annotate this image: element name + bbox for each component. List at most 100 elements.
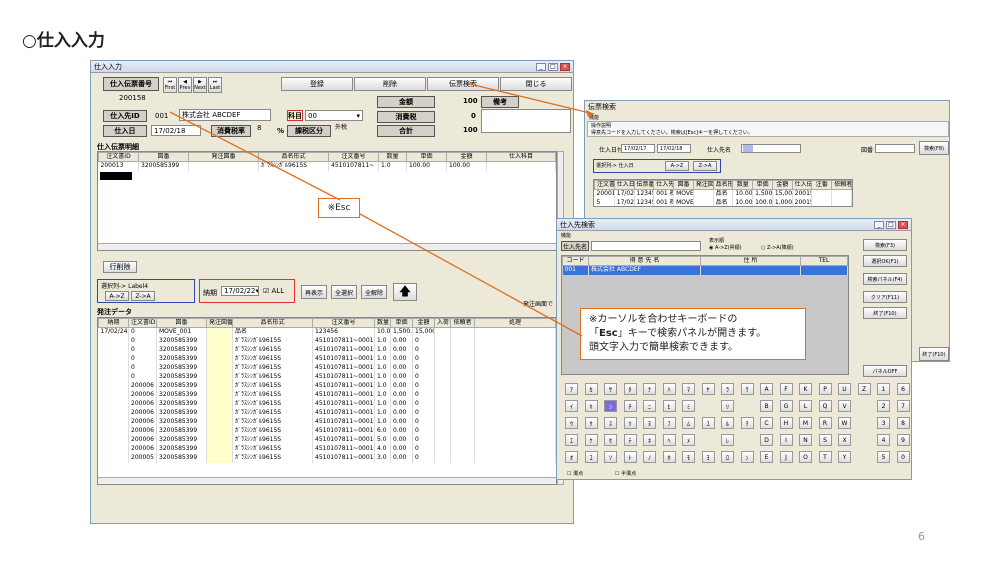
table-row[interactable]: 517/02/17123456001 株式会社 ABCDEFMOVE_001 品名… <box>594 198 852 206</box>
key-ｲ[interactable]: ｲ <box>565 400 578 412</box>
supplier-menu[interactable]: 機能 <box>561 232 571 239</box>
column-header[interactable]: 依頼者 <box>831 180 852 190</box>
key-ｴ[interactable]: ｴ <box>565 434 578 446</box>
key-O[interactable]: O <box>799 451 812 463</box>
key-Z[interactable]: Z <box>857 383 871 395</box>
key-ｱ[interactable]: ｱ <box>565 383 578 395</box>
column-header[interactable]: 数量 <box>732 180 754 190</box>
key-3[interactable]: 3 <box>877 417 890 429</box>
table-row[interactable]: 0 3200585399 ｶﾞﾗｽｼﾝｶﾞﾙ9615S 4510107811~0001… <box>98 372 556 382</box>
handakuten-checkbox[interactable]: ☐ 半濁点 <box>615 470 636 477</box>
supplier-name-input[interactable] <box>591 241 701 251</box>
key-ﾇ[interactable]: ﾇ <box>643 417 656 429</box>
key-ﾒ[interactable]: ﾒ <box>682 434 695 446</box>
key-ﾃ[interactable]: ﾃ <box>623 434 637 446</box>
key-S[interactable]: S <box>818 434 832 446</box>
key-K[interactable]: K <box>799 383 812 395</box>
key-W[interactable]: W <box>838 417 851 429</box>
supplier-end-f10[interactable]: 終了(F10) <box>863 307 907 319</box>
key-4[interactable]: 4 <box>877 434 890 446</box>
kamoku-select[interactable]: 00 ▾ <box>305 110 363 121</box>
column-header[interactable]: 発注図番 <box>692 180 714 190</box>
key-D[interactable]: D <box>760 434 773 446</box>
column-header[interactable]: 伝票番号 <box>633 180 655 190</box>
key-R[interactable]: R <box>818 417 832 429</box>
panel-off-button[interactable]: パネルOFF <box>863 365 907 377</box>
column-header[interactable]: 金額 <box>412 318 435 328</box>
key-ﾀ[interactable]: ﾀ <box>623 383 637 395</box>
key-ｿ[interactable]: ｿ <box>604 451 617 463</box>
date-field[interactable]: 17/02/18 <box>151 125 201 136</box>
delete-button[interactable]: 削除 <box>354 77 426 91</box>
column-header[interactable]: 発注図番 <box>188 152 259 162</box>
table-row[interactable]: 0 3200585399 ｶﾞﾗｽｼﾝｶﾞﾙ9615S 4510107811~0001… <box>98 354 556 364</box>
key-ﾙ[interactable]: ﾙ <box>721 417 734 429</box>
prev-button[interactable]: ◀ Prev <box>178 77 192 93</box>
select-all-button[interactable]: 全選択 <box>331 285 357 299</box>
key-ﾁ[interactable]: ﾁ <box>623 400 637 412</box>
key-A[interactable]: A <box>760 383 773 395</box>
column-header[interactable]: 金額 <box>771 180 793 190</box>
key-ｳ[interactable]: ｳ <box>565 417 578 429</box>
column-header[interactable]: 単価 <box>752 180 773 190</box>
supplier-search-f3[interactable]: 検索(F3) <box>863 239 907 251</box>
key-2[interactable]: 2 <box>877 400 890 412</box>
key-ﾎ[interactable]: ﾎ <box>662 451 676 463</box>
table-row[interactable]: 200006 3200585399 ｶﾞﾗｽｼﾝｶﾞﾙ9615S 4510107811… <box>98 435 556 445</box>
key-8[interactable]: 8 <box>896 417 910 429</box>
column-header[interactable]: 仕入先名 <box>653 180 675 190</box>
key-I[interactable]: I <box>779 434 793 446</box>
column-header[interactable]: コード <box>562 256 589 266</box>
key-ﾗ[interactable]: ﾗ <box>721 383 734 395</box>
column-header[interactable]: 図番 <box>138 152 189 162</box>
column-header[interactable]: 注文書ID <box>98 152 139 162</box>
key-ｻ[interactable]: ｻ <box>604 383 617 395</box>
key-ｶ[interactable]: ｶ <box>584 383 598 395</box>
denpyo-search-button[interactable]: 伝票検索 <box>427 77 499 91</box>
denpyo-menu[interactable]: 機能 <box>589 114 599 121</box>
key-Y[interactable]: Y <box>838 451 851 463</box>
column-header[interactable]: 注文番号 <box>312 318 375 328</box>
denpyo-end-button[interactable]: 終了(F10) <box>919 347 949 361</box>
clear-all-button[interactable]: 全解除 <box>361 285 387 299</box>
column-header[interactable]: 品名形式 <box>232 318 313 328</box>
table-row[interactable]: 17/02/240MOVE_001 品名12345610.01,500.0015,… <box>98 327 556 337</box>
supplier-id-field[interactable]: 001 <box>153 110 177 121</box>
column-header[interactable]: 納期 <box>98 318 129 328</box>
key-ｾ[interactable]: ｾ <box>604 434 617 446</box>
supplier-clear-f11[interactable]: クリア(F11) <box>863 291 907 303</box>
key-C[interactable]: C <box>760 417 773 429</box>
key-ﾅ[interactable]: ﾅ <box>643 383 656 395</box>
key-ﾝ[interactable]: ﾝ <box>740 451 754 463</box>
key-ﾕ[interactable]: ﾕ <box>701 417 715 429</box>
column-header[interactable]: 単価 <box>390 318 413 328</box>
key-ﾊ[interactable]: ﾊ <box>662 383 676 395</box>
register-button[interactable]: 登録 <box>281 77 353 91</box>
table-row[interactable]: 20001617/02/17123456001 株式会社 ABCDEFMOVE_… <box>594 189 852 199</box>
table-row[interactable]: 200006 3200585399 ｶﾞﾗｽｼﾝｶﾞﾙ9615S 4510107811… <box>98 417 556 427</box>
key-X[interactable]: X <box>838 434 851 446</box>
key-B[interactable]: B <box>760 400 773 412</box>
table-row[interactable]: 200013 3200585399 ｶﾞﾗｽｼﾝｶﾞﾙ9615S 4510107811… <box>98 161 556 171</box>
column-header[interactable]: 図番 <box>156 318 207 328</box>
key-E[interactable]: E <box>760 451 773 463</box>
key-ｸ[interactable]: ｸ <box>584 417 598 429</box>
column-header[interactable]: 処理 <box>474 318 556 328</box>
all-checkbox[interactable]: ☑ ALL <box>263 287 284 295</box>
key-V[interactable]: V <box>838 400 851 412</box>
table-row[interactable]: 200006 3200585399 ｶﾞﾗｽｼﾝｶﾞﾙ9615S 4510107811… <box>98 408 556 418</box>
key-6[interactable]: 6 <box>896 383 910 395</box>
column-header[interactable]: 注文書ID <box>594 180 615 190</box>
key-F[interactable]: F <box>779 383 793 395</box>
table-row[interactable]: 001 株式会社 ABCDEF <box>562 265 848 275</box>
key-ｵ[interactable]: ｵ <box>565 451 578 463</box>
column-header[interactable]: 仕入日 <box>613 180 635 190</box>
column-header[interactable]: 依頼者 <box>450 318 475 328</box>
row-delete-button[interactable]: 行削除 <box>103 261 137 273</box>
key-G[interactable]: G <box>779 400 793 412</box>
table-row[interactable]: 0 3200585399 ｶﾞﾗｽｼﾝｶﾞﾙ9615S 4510107811~0001… <box>98 363 556 373</box>
column-header[interactable]: 品名形式 <box>258 152 329 162</box>
column-header[interactable]: 注文書ID <box>128 318 157 328</box>
key-ﾔ[interactable]: ﾔ <box>701 383 715 395</box>
denpyo-date-to[interactable]: 17/02/18 <box>657 144 691 153</box>
